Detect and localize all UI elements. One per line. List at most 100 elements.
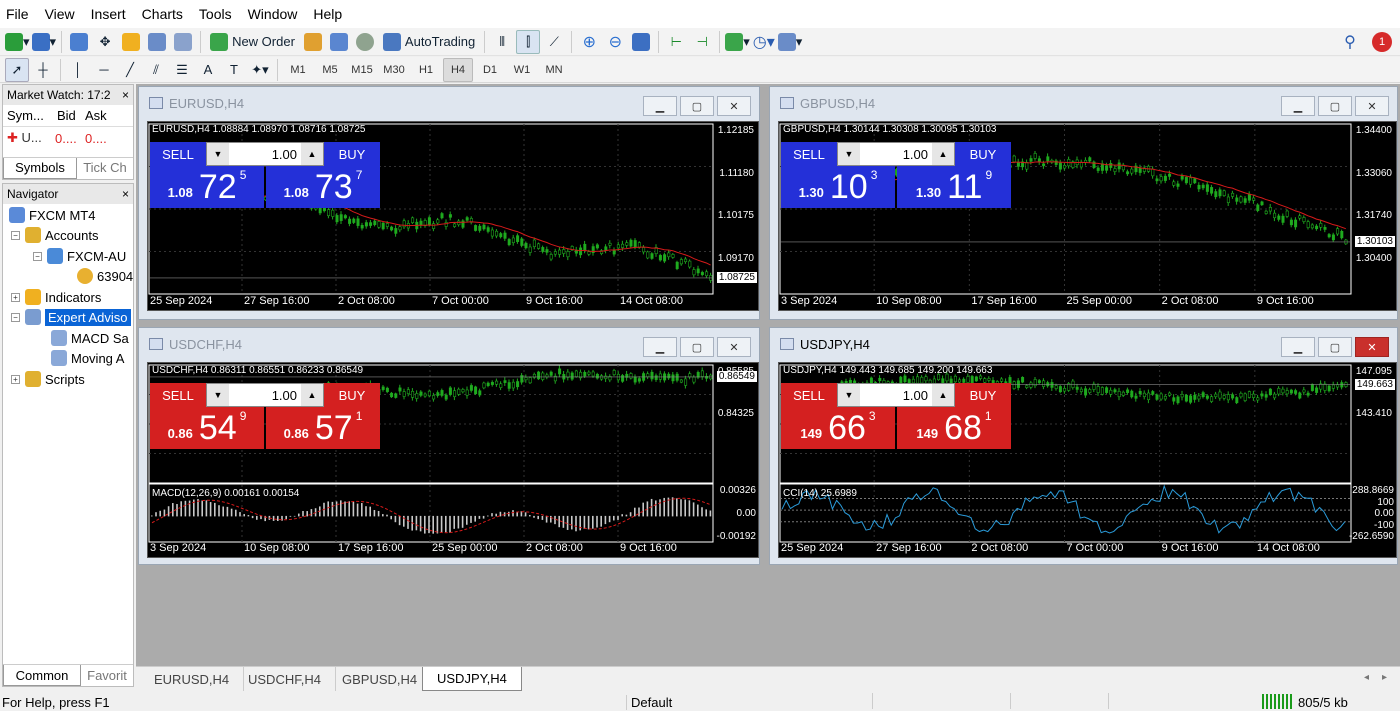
nav-accounts[interactable]: − Accounts — [11, 225, 98, 245]
tab-usdchf[interactable]: USDCHF,H4 — [234, 667, 336, 691]
buy-price[interactable]: 1.30 11 9 — [897, 166, 1011, 208]
menu-insert[interactable]: Insert — [83, 6, 134, 22]
lot-increase-icon[interactable]: ▲ — [932, 143, 954, 165]
autoscroll-icon[interactable]: ⊢ — [664, 30, 688, 54]
lot-increase-icon[interactable]: ▲ — [932, 384, 954, 406]
col-symbol[interactable]: Sym... — [3, 108, 45, 123]
nav-account[interactable]: 63904 — [77, 266, 133, 286]
lot-size-value[interactable]: 1.00 — [860, 147, 932, 162]
equidistant-channel-icon[interactable]: ⫽ — [144, 58, 168, 82]
lot-size-field[interactable]: ▼ 1.00 ▲ — [206, 142, 324, 166]
minimize-icon[interactable]: ▁ — [643, 337, 677, 357]
minimize-icon[interactable]: ▁ — [643, 96, 677, 116]
nav-account-server[interactable]: − FXCM-AU — [33, 246, 126, 266]
new-order-button[interactable]: New Order — [206, 30, 299, 54]
nav-root[interactable]: FXCM MT4 — [9, 205, 95, 225]
maximize-icon[interactable]: ▢ — [680, 96, 714, 116]
lot-increase-icon[interactable]: ▲ — [301, 143, 323, 165]
lot-decrease-icon[interactable]: ▼ — [207, 384, 229, 406]
maximize-icon[interactable]: ▢ — [1318, 96, 1352, 116]
nav-ea-macd[interactable]: MACD Sa — [51, 328, 129, 348]
sell-price[interactable]: 1.30 10 3 — [781, 166, 895, 208]
chart-window-usdjpy[interactable]: USDJPY,H4 ▁ ▢ ✕ USDJPY,H4 149.443 149.68… — [769, 327, 1398, 565]
sell-button[interactable]: SELL — [781, 142, 837, 166]
crosshair-icon[interactable]: ┼ — [31, 58, 55, 82]
vertical-line-icon[interactable]: │ — [66, 58, 90, 82]
minimize-icon[interactable]: ▁ — [1281, 337, 1315, 357]
zoom-in-icon[interactable]: ⊕ — [577, 30, 601, 54]
buy-price[interactable]: 1.08 73 7 — [266, 166, 380, 208]
search-icon[interactable]: ⚲ — [1338, 30, 1362, 54]
line-chart-icon[interactable]: ⟋ — [542, 30, 566, 54]
lot-size-field[interactable]: ▼ 1.00 ▲ — [837, 383, 955, 407]
timeframe-m30[interactable]: M30 — [379, 58, 409, 82]
maximize-icon[interactable]: ▢ — [1318, 337, 1352, 357]
timeframe-m15[interactable]: M15 — [347, 58, 377, 82]
timeframe-m1[interactable]: M1 — [283, 58, 313, 82]
nav-ea-moving[interactable]: Moving A — [51, 348, 124, 368]
autotrading-button[interactable]: AutoTrading — [379, 30, 479, 54]
tab-common[interactable]: Common — [3, 665, 81, 686]
candlestick-icon[interactable]: ⫿ — [516, 29, 541, 54]
arrows-icon[interactable]: ✦▾ — [248, 58, 272, 82]
lot-decrease-icon[interactable]: ▼ — [207, 143, 229, 165]
sell-price[interactable]: 1.08 72 5 — [150, 166, 264, 208]
signals-icon[interactable] — [327, 30, 351, 54]
tab-tick-chart[interactable]: Tick Ch — [77, 158, 133, 179]
close-icon[interactable]: ✕ — [717, 337, 751, 357]
maximize-icon[interactable]: ▢ — [680, 337, 714, 357]
sell-button[interactable]: SELL — [150, 142, 206, 166]
buy-button[interactable]: BUY — [324, 142, 380, 166]
buy-button[interactable]: BUY — [955, 142, 1011, 166]
collapse-icon[interactable]: − — [11, 230, 20, 240]
bar-chart-icon[interactable]: ⫴ — [490, 30, 514, 54]
market-watch-row[interactable]: ✚ U... 0.... 0.... — [3, 127, 133, 149]
price-chart[interactable]: USDJPY,H4 149.443 149.685 149.200 149.66… — [778, 362, 1397, 558]
nav-expert-advisors[interactable]: − Expert Adviso — [11, 307, 131, 327]
timeframe-w1[interactable]: W1 — [507, 58, 537, 82]
lot-size-value[interactable]: 1.00 — [860, 388, 932, 403]
price-chart[interactable]: EURUSD,H4 1.08884 1.08970 1.08716 1.0872… — [147, 121, 759, 311]
timeframe-mn[interactable]: MN — [539, 58, 569, 82]
buy-button[interactable]: BUY — [324, 383, 380, 407]
chart-shift-icon[interactable]: ⊣ — [690, 30, 714, 54]
sell-price[interactable]: 0.86 54 9 — [150, 407, 264, 449]
timeframe-m5[interactable]: M5 — [315, 58, 345, 82]
market-icon[interactable] — [353, 30, 377, 54]
menu-view[interactable]: View — [37, 6, 83, 22]
timeframe-h1[interactable]: H1 — [411, 58, 441, 82]
nav-indicators[interactable]: + Indicators — [11, 287, 101, 307]
data-window-icon[interactable]: ✥ — [93, 30, 117, 54]
sell-button[interactable]: SELL — [781, 383, 837, 407]
terminal-icon[interactable] — [145, 30, 169, 54]
close-icon[interactable]: × — [122, 88, 129, 102]
minimize-icon[interactable]: ▁ — [1281, 96, 1315, 116]
price-chart[interactable]: GBPUSD,H4 1.30144 1.30308 1.30095 1.3010… — [778, 121, 1397, 311]
metaeditor-icon[interactable] — [301, 30, 325, 54]
zoom-out-icon[interactable]: ⊖ — [603, 30, 627, 54]
close-icon[interactable]: ✕ — [1355, 96, 1389, 116]
menu-window[interactable]: Window — [240, 6, 306, 22]
periods-icon[interactable]: ◷▾ — [752, 30, 776, 54]
close-icon[interactable]: ✕ — [1355, 337, 1389, 357]
menu-charts[interactable]: Charts — [134, 6, 191, 22]
chart-window-usdchf[interactable]: USDCHF,H4 ▁ ▢ ✕ USDCHF,H4 0.86311 0.8655… — [138, 327, 760, 565]
connection-status-icon[interactable] — [1262, 694, 1294, 709]
buy-price[interactable]: 149 68 1 — [897, 407, 1011, 449]
lot-size-value[interactable]: 1.00 — [229, 388, 301, 403]
timeframe-d1[interactable]: D1 — [475, 58, 505, 82]
fibonacci-icon[interactable]: ☰ — [170, 58, 194, 82]
expand-icon[interactable]: + — [11, 292, 20, 302]
menu-tools[interactable]: Tools — [191, 6, 240, 22]
sell-price[interactable]: 149 66 3 — [781, 407, 895, 449]
new-chart-icon[interactable]: ▾ — [5, 30, 30, 54]
tab-usdjpy[interactable]: USDJPY,H4 — [422, 667, 522, 691]
close-icon[interactable]: × — [122, 187, 129, 201]
strategy-tester-icon[interactable] — [171, 30, 195, 54]
tile-windows-icon[interactable] — [629, 30, 653, 54]
buy-button[interactable]: BUY — [955, 383, 1011, 407]
nav-scripts[interactable]: + Scripts — [11, 369, 85, 389]
lot-decrease-icon[interactable]: ▼ — [838, 384, 860, 406]
market-watch-icon[interactable] — [67, 30, 91, 54]
col-ask[interactable]: Ask — [77, 108, 109, 123]
